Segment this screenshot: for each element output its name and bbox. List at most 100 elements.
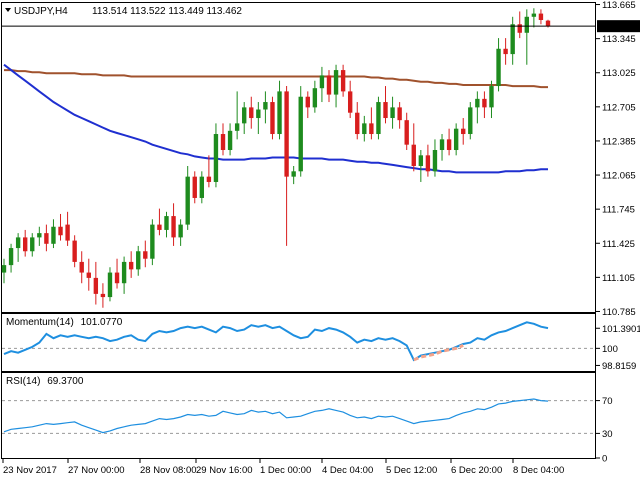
bull-candle [164, 216, 169, 230]
bear-candle [128, 261, 134, 270]
bull-candle [121, 261, 127, 284]
bear-candle [461, 128, 466, 135]
bull-candle [524, 16, 529, 33]
x-tick-label: 23 Nov 2017 [3, 465, 57, 476]
price-tick-label: 113.665 [602, 0, 636, 11]
bear-candle [517, 24, 522, 33]
bear-candle [79, 261, 84, 273]
bear-candle [284, 91, 289, 177]
price-tick-label: 112.385 [602, 136, 636, 147]
price-tick-label: 112.705 [602, 102, 636, 113]
bear-candle [545, 20, 551, 27]
bear-candle [538, 13, 544, 20]
price-tick-label: 112.065 [602, 171, 636, 182]
x-tick-label: 1 Dec 00:00 [260, 465, 311, 476]
bull-candle [185, 176, 190, 225]
bull-candle [15, 237, 21, 249]
bear-candle [44, 233, 49, 244]
bear-candle [86, 272, 91, 278]
forex-chart: USDJPY,H4 113.514 113.522 113.449 113.46… [1, 0, 640, 476]
rsi-name: RSI(14) [6, 376, 40, 387]
bull-candle [1, 265, 7, 273]
momentum-name: Momentum(14) [6, 317, 74, 328]
bull-candle [199, 176, 205, 198]
bear-candle [58, 226, 63, 236]
bull-candle [432, 150, 438, 172]
bear-candle [157, 224, 162, 230]
last-price-label: 113.462 [601, 22, 635, 33]
bull-candle [227, 130, 233, 151]
price-tick-label: 111.105 [602, 273, 635, 284]
bear-candle [143, 251, 148, 259]
x-tick-label: 27 Nov 00:00 [68, 465, 125, 476]
bull-candle [319, 75, 325, 89]
bear-candle [93, 277, 99, 294]
bull-candle [376, 102, 381, 135]
bear-candle [482, 98, 487, 108]
bull-candle [418, 155, 424, 166]
bull-candle [531, 13, 537, 17]
momentum-tick-label: 98.8159 [602, 361, 636, 372]
momentum-tick-label: 101.3901 [602, 324, 640, 335]
bull-candle [150, 224, 155, 259]
bear-candle [397, 107, 402, 121]
bull-candle [37, 233, 42, 238]
bear-candle [220, 134, 226, 151]
chart-header-ohlc: 113.514 113.522 113.449 113.462 [92, 6, 242, 17]
bull-candle [234, 123, 240, 131]
bull-candle [312, 88, 318, 108]
bear-candle [425, 155, 431, 172]
bull-candle [475, 98, 480, 108]
bear-candle [100, 293, 106, 298]
bull-candle [489, 86, 494, 108]
bear-candle [23, 237, 28, 252]
rsi-tick-label: 70 [602, 396, 613, 407]
bear-candle [347, 91, 353, 113]
bull-candle [51, 226, 56, 244]
bear-candle [411, 144, 416, 166]
bear-candle [72, 240, 77, 262]
bull-candle [213, 134, 219, 182]
bear-candle [446, 139, 452, 151]
bear-candle [114, 272, 120, 284]
bear-candle [65, 224, 70, 241]
momentum-value: 101.0770 [81, 317, 123, 328]
bull-candle [362, 123, 367, 135]
bull-candle [333, 70, 339, 95]
bull-candle [263, 102, 268, 110]
bear-candle [404, 120, 409, 145]
price-tick-label: 113.025 [602, 68, 636, 79]
bull-candle [30, 237, 35, 252]
x-tick-label: 4 Dec 04:00 [322, 465, 373, 476]
rsi-tick-label: 0 [602, 454, 607, 465]
x-tick-label: 5 Dec 12:00 [386, 465, 437, 476]
bear-candle [192, 176, 197, 198]
bull-candle [107, 272, 113, 298]
bear-candle [171, 216, 176, 238]
momentum-tick-label: 100 [602, 344, 618, 355]
bull-candle [496, 48, 501, 87]
price-tick-label: 111.745 [602, 205, 635, 216]
bull-candle [8, 248, 14, 266]
x-tick-label: 29 Nov 16:00 [196, 465, 253, 476]
bear-candle [305, 96, 310, 108]
bull-candle [136, 251, 141, 270]
bear-candle [383, 102, 388, 119]
bull-candle [453, 128, 459, 151]
momentum-label: Momentum(14) 101.0770 [6, 317, 123, 328]
x-tick-label: 8 Dec 04:00 [513, 465, 564, 476]
rsi-pane [1, 372, 596, 459]
chart-header-symbol: USDJPY,H4 [14, 6, 68, 17]
bear-candle [249, 107, 254, 119]
bull-candle [178, 224, 183, 238]
price-tick-label: 113.345 [602, 34, 636, 45]
bear-candle [270, 102, 275, 135]
price-tick-label: 111.425 [602, 239, 635, 250]
bear-candle [369, 123, 374, 135]
bear-candle [326, 75, 332, 95]
price-tick-label: 110.785 [602, 307, 636, 318]
x-tick-label: 28 Nov 08:00 [140, 465, 197, 476]
bear-candle [355, 112, 360, 135]
bear-candle [503, 48, 508, 55]
bull-candle [291, 171, 296, 177]
